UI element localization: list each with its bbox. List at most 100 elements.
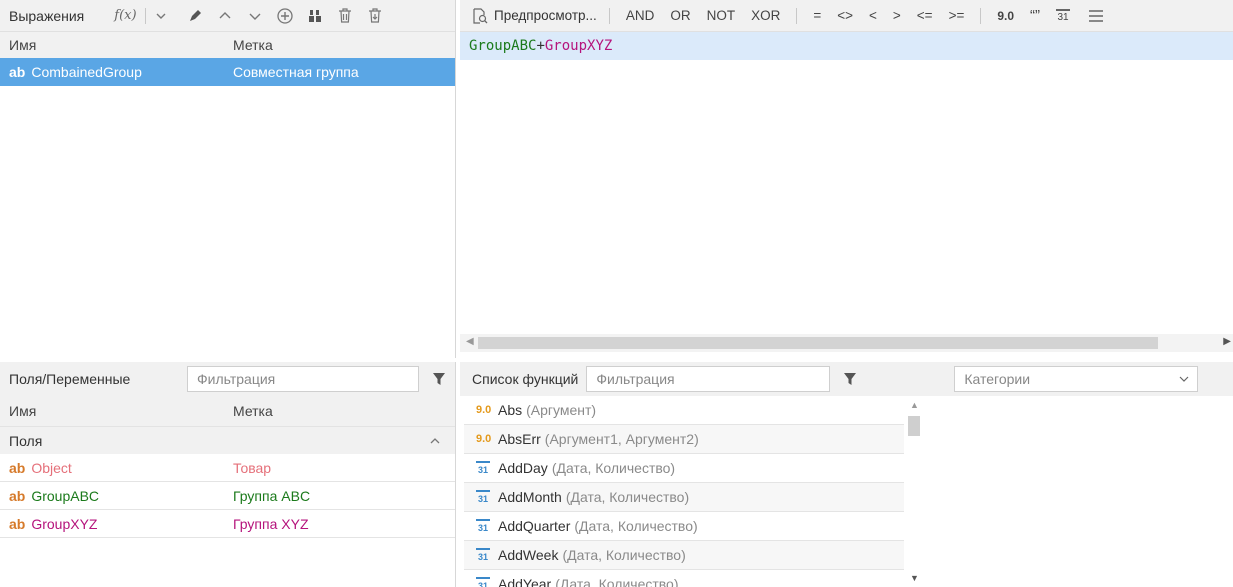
functions-filter-placeholder: Фильтрация [596,371,675,387]
text-type-icon: ab [9,64,26,80]
function-args: (Дата, Количество) [562,547,686,563]
function-item[interactable]: 31 AddDay (Дата, Количество) [464,454,904,483]
expression-token: GroupABC [469,38,537,54]
function-name: AddDay [498,460,548,476]
function-args: (Аргумент) [526,402,597,418]
fields-toolbar: Поля/Переменные Фильтрация [0,362,455,396]
scrollbar-thumb[interactable] [908,416,920,436]
fields-group-row[interactable]: Поля [0,426,455,454]
function-name: AddWeek [498,547,559,563]
date-function-icon: 31 [476,490,490,504]
fields-filter-input[interactable]: Фильтрация [187,366,419,392]
date-constant-button[interactable]: 31 [1056,8,1071,23]
function-item[interactable]: 31 AddMonth (Дата, Количество) [464,483,904,512]
field-label: Группа ABC [233,487,311,504]
function-args: (Дата, Количество) [555,576,679,587]
function-item[interactable]: 31 AddQuarter (Дата, Количество) [464,512,904,541]
date-function-icon: 31 [476,461,490,475]
equals-button[interactable]: = [813,8,821,23]
field-row[interactable]: ab GroupABC Группа ABC [0,482,455,510]
scroll-up-icon[interactable]: ▲ [910,400,919,410]
chevron-down-icon[interactable] [150,5,172,27]
field-label: Группа XYZ [233,515,309,532]
editor-panel: Предпросмотр... AND OR NOT XOR = <> < > … [460,0,1233,358]
less-than-button[interactable]: < [869,8,877,23]
text-type-icon: ab [9,515,26,532]
not-button[interactable]: NOT [707,8,736,23]
expression-token: GroupXYZ [544,38,613,54]
function-item[interactable]: 31 AddYear (Дата, Количество) [464,570,904,587]
filter-icon[interactable] [433,373,445,385]
text-type-icon: ab [9,459,26,476]
function-args: (Аргумент1, Аргумент2) [544,431,699,447]
expressions-panel: Выражения f(x) Имя Метка ab CombainedGro… [0,0,456,358]
fields-column-header: Имя Метка [0,396,455,426]
functions-list: 9.0 Abs (Аргумент) 9.0 AbsErr (Аргумент1… [464,396,904,587]
column-label-header[interactable]: Метка [233,403,273,419]
date-constant-label: 31 [1057,11,1069,23]
column-name-header[interactable]: Имя [0,403,233,419]
move-up-icon[interactable] [214,5,236,27]
edit-icon[interactable] [184,5,206,27]
function-name: AbsErr [498,431,541,447]
move-down-icon[interactable] [244,5,266,27]
or-button[interactable]: OR [670,8,690,23]
function-name: AddYear [498,576,552,587]
xor-button[interactable]: XOR [751,8,780,23]
add-icon[interactable] [274,5,296,27]
text-type-icon: ab [9,487,26,504]
category-select[interactable]: Категории [954,366,1199,392]
scroll-right-icon[interactable]: ▶ [1223,336,1231,347]
field-row[interactable]: ab Object Товар [0,454,455,482]
function-item[interactable]: 9.0 AbsErr (Аргумент1, Аргумент2) [464,425,904,454]
function-item[interactable]: 31 AddWeek (Дата, Количество) [464,541,904,570]
and-button[interactable]: AND [626,8,655,23]
expression-label: Совместная группа [233,64,359,80]
function-name: AddQuarter [498,518,571,534]
chevron-up-icon[interactable] [429,436,441,446]
expressions-toolbar: Выражения f(x) [0,0,455,32]
functions-filter-input[interactable]: Фильтрация [586,366,831,392]
column-name-header[interactable]: Имя [0,37,233,53]
field-row[interactable]: ab GroupXYZ Группа XYZ [0,510,455,538]
field-label: Товар [233,459,272,476]
date-function-icon: 31 [476,577,490,587]
expression-editor-line[interactable]: GroupABC + GroupXYZ [460,32,1233,60]
delete-all-icon[interactable] [364,5,386,27]
function-args: (Дата, Количество) [565,489,690,505]
expression-token: + [536,38,545,54]
filter-icon[interactable] [844,373,857,385]
group-label: Поля [9,432,43,449]
menu-icon[interactable] [1088,9,1104,23]
column-label-header[interactable]: Метка [233,37,273,53]
scroll-down-icon[interactable]: ▼ [910,573,919,583]
not-equals-button[interactable]: <> [837,8,853,23]
expression-row[interactable]: ab CombainedGroup Совместная группа [0,58,455,86]
functions-title: Список функций [472,371,579,387]
less-equal-button[interactable]: <= [917,8,933,23]
editor-toolbar: Предпросмотр... AND OR NOT XOR = <> < > … [460,0,1233,32]
field-name: GroupABC [31,487,100,504]
function-icon[interactable]: f(x) [114,5,136,27]
function-args: (Дата, Количество) [574,518,698,534]
date-function-icon: 31 [476,519,490,533]
horizontal-scrollbar[interactable]: ◀ ▶ [460,334,1233,352]
chevron-down-icon [1179,375,1189,383]
delete-icon[interactable] [334,5,356,27]
scrollbar-thumb[interactable] [478,337,1158,349]
function-item[interactable]: 9.0 Abs (Аргумент) [464,396,904,425]
field-name: Object [31,459,72,476]
scroll-left-icon[interactable]: ◀ [466,336,474,347]
functions-toolbar: Список функций Фильтрация Категории [460,362,1233,396]
greater-than-button[interactable]: > [893,8,901,23]
expressions-column-header: Имя Метка [0,32,455,58]
number-constant-button[interactable]: 9.0 [997,9,1014,23]
number-function-icon: 9.0 [476,433,492,445]
functions-panel: Список функций Фильтрация Категории 9.0 … [460,362,1233,587]
number-function-icon: 9.0 [476,404,492,416]
greater-equal-button[interactable]: >= [949,8,965,23]
string-constant-button[interactable]: “” [1030,7,1040,24]
preview-button[interactable]: Предпросмотр... [472,7,597,24]
duplicate-icon[interactable] [304,5,326,27]
vertical-scrollbar[interactable]: ▲ ▼ [905,396,923,587]
